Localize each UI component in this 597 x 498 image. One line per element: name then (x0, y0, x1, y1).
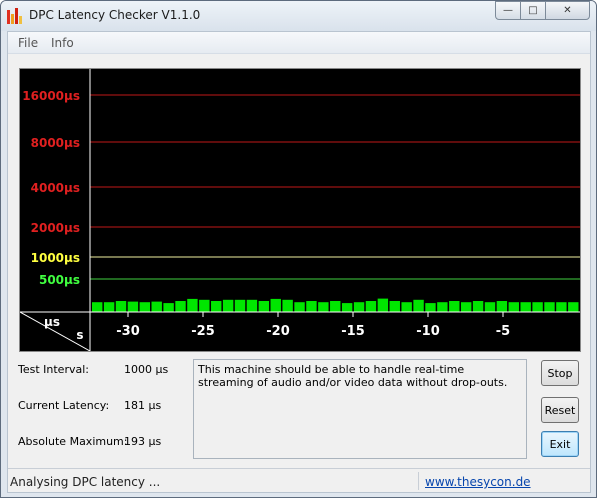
latency-bar (568, 302, 579, 312)
test-interval-label: Test Interval: (18, 363, 89, 376)
x-tick-label: -5 (496, 324, 510, 339)
latency-bar (139, 302, 151, 312)
stop-button[interactable]: Stop (541, 360, 579, 386)
latency-bar (353, 302, 365, 312)
menu-info[interactable]: Info (51, 36, 74, 50)
app-window: DPC Latency Checker V1.1.0 — □ ✕ File In… (0, 0, 597, 498)
x-tick-label: -20 (266, 324, 290, 339)
latency-bar (520, 302, 531, 312)
x-tick-label: -30 (116, 324, 140, 339)
latency-bar (103, 302, 115, 312)
y-axis-label: 4000µs (31, 181, 80, 195)
latency-bar (365, 301, 377, 312)
menu-bar: File Info (8, 32, 590, 54)
latency-bar (258, 301, 270, 312)
test-interval-value: 1000 µs (124, 363, 169, 376)
latency-bar (151, 301, 162, 312)
current-latency-value: 181 µs (124, 399, 162, 412)
latency-bar (294, 302, 305, 312)
absolute-max-label: Absolute Maximum: (18, 435, 128, 448)
exit-button[interactable]: Exit (541, 431, 579, 457)
latency-bar (282, 299, 293, 312)
latency-bar (413, 299, 424, 312)
y-axis-label: 2000µs (31, 221, 80, 235)
latency-bar (222, 299, 234, 312)
window-title: DPC Latency Checker V1.1.0 (29, 8, 201, 22)
latency-bar (544, 302, 555, 312)
latency-bar (556, 302, 567, 312)
latency-chart: 16000µs 8000µs 4000µs 2000µs 1000µs 500µs µs s -… (19, 68, 581, 352)
website-link[interactable]: www.thesycon.de (425, 475, 531, 489)
latency-bar (437, 302, 448, 312)
latency-bar (341, 303, 353, 312)
status-divider (418, 472, 419, 490)
x-tick-label: -15 (341, 324, 365, 339)
latency-bar (306, 301, 317, 312)
y-axis-label: 500µs (39, 273, 80, 287)
latency-bar (234, 299, 246, 312)
latency-bar (484, 302, 496, 312)
menu-file[interactable]: File (18, 36, 38, 50)
latency-bar (187, 298, 198, 312)
x-tick-label: -25 (191, 324, 215, 339)
status-text: Analysing DPC latency ... (10, 475, 161, 489)
latency-bar (377, 298, 389, 312)
latency-bar (496, 301, 508, 312)
y-axis-label: 16000µs (22, 89, 80, 103)
app-icon (7, 8, 23, 24)
y-axis-label: 1000µs (31, 251, 80, 265)
maximize-button[interactable]: □ (520, 1, 546, 20)
y-unit-label: µs (44, 315, 60, 329)
latency-bar (175, 301, 186, 312)
latency-bar (318, 302, 329, 312)
client-area: File Info 16000µs 8000µs 4000µs 2000µs 1000µ… (7, 31, 591, 493)
current-latency-label: Current Latency: (18, 399, 110, 412)
latency-bar (211, 301, 222, 312)
latency-bar (270, 298, 281, 312)
close-button[interactable]: ✕ (545, 1, 590, 20)
x-tick-label: -10 (416, 324, 440, 339)
window-controls: — □ ✕ (495, 1, 590, 21)
minimize-button[interactable]: — (495, 1, 521, 20)
minimize-icon: — (503, 5, 513, 16)
title-bar[interactable]: DPC Latency Checker V1.1.0 — □ ✕ (1, 1, 596, 31)
result-message: This machine should be able to handle re… (193, 359, 527, 459)
latency-chart-svg: 16000µs 8000µs 4000µs 2000µs 1000µs 500µs µs s -… (20, 69, 580, 351)
latency-bar (449, 301, 460, 312)
latency-bar (401, 302, 412, 312)
latency-bar (330, 301, 341, 312)
reset-button[interactable]: Reset (541, 397, 579, 423)
absolute-max-value: 193 µs (124, 435, 162, 448)
latency-bar (508, 302, 519, 312)
latency-bar (532, 302, 543, 312)
latency-bar (92, 302, 103, 312)
latency-bar (472, 301, 484, 312)
latency-bar (460, 302, 472, 312)
x-unit-label: s (76, 328, 83, 342)
close-icon: ✕ (563, 5, 572, 16)
latency-bar (389, 301, 400, 312)
latency-bar (115, 301, 127, 312)
latency-bar (199, 299, 210, 312)
latency-bar (163, 303, 174, 312)
maximize-icon: □ (528, 5, 538, 16)
latency-bar (246, 299, 258, 312)
latency-bar (425, 303, 436, 312)
status-bar: Analysing DPC latency ... www.thesycon.d… (8, 468, 590, 492)
y-axis-label: 8000µs (31, 136, 80, 150)
latency-bar (127, 301, 139, 312)
